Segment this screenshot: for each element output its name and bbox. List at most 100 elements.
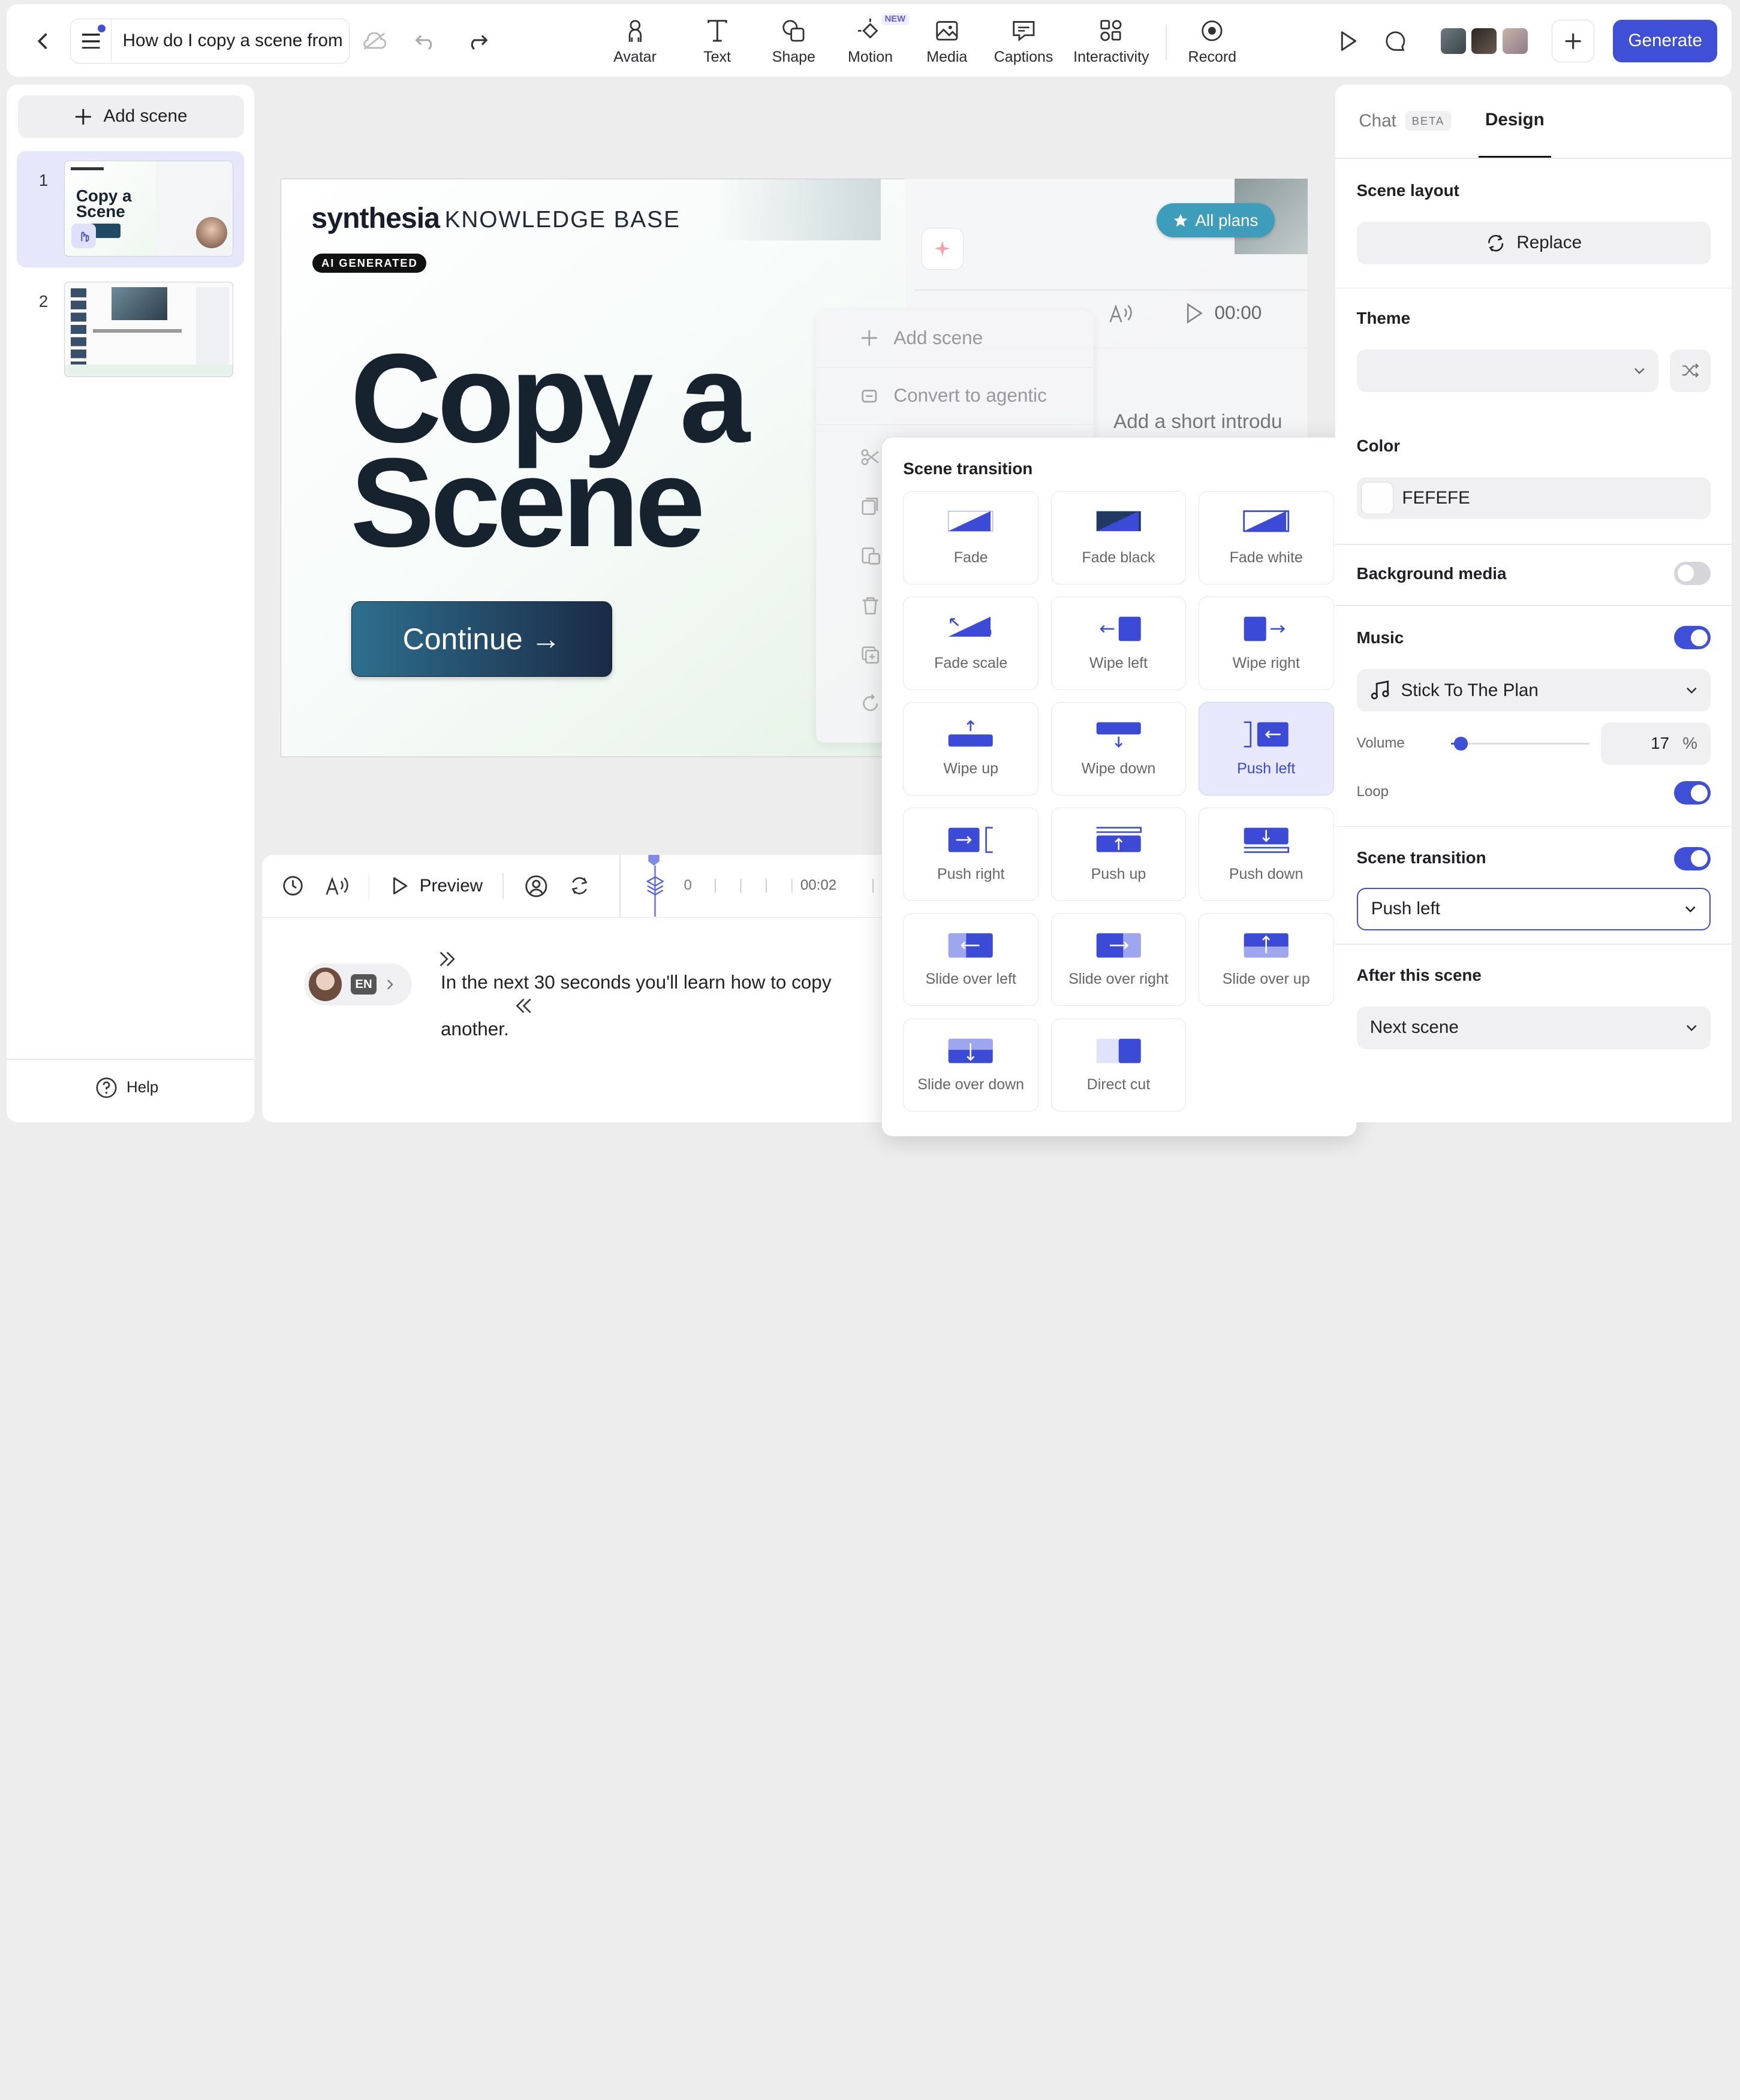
scene-transition-select[interactable]: Push left: [1356, 888, 1711, 930]
play-preview-button[interactable]: [1329, 22, 1366, 60]
toolbar-record[interactable]: Record: [1181, 16, 1244, 69]
music-toggle[interactable]: [1674, 626, 1711, 650]
transition-label: Wipe right: [1232, 654, 1300, 671]
toolbar-captions[interactable]: Captions: [988, 16, 1059, 69]
transition-option-wipe-left[interactable]: Wipe left: [1050, 596, 1187, 690]
avatar[interactable]: [1438, 26, 1468, 56]
transition-option-slide-over-down[interactable]: Slide over down: [903, 1018, 1039, 1112]
thumb-image: [112, 287, 167, 321]
divider: [619, 854, 621, 918]
avatar-language-selector[interactable]: EN: [304, 963, 412, 1006]
document-title-box[interactable]: How do I copy a scene from: [70, 19, 350, 64]
help-label: Help: [127, 1078, 159, 1096]
loop-toggle[interactable]: [1674, 781, 1711, 805]
tab-design[interactable]: Design: [1479, 85, 1551, 158]
undo-button[interactable]: [407, 22, 444, 60]
scene-transition-toggle[interactable]: [1674, 846, 1711, 870]
volume-slider-track[interactable]: [1450, 742, 1590, 745]
back-button[interactable]: [25, 22, 62, 60]
script-text[interactable]: In the next 30 seconds you'll learn how …: [441, 970, 885, 1042]
scene-thumbnail-2[interactable]: 2: [17, 279, 245, 384]
avatar-icon: [628, 20, 642, 42]
toolbar-interactivity[interactable]: Interactivity: [1067, 16, 1155, 69]
transition-option-fade[interactable]: Fade: [903, 491, 1039, 584]
color-swatch[interactable]: [1360, 482, 1393, 515]
invite-button[interactable]: [1552, 20, 1594, 62]
transition-option-wipe-up[interactable]: Wipe up: [903, 702, 1039, 796]
transition-label: Push down: [1229, 865, 1304, 882]
help-link[interactable]: Help: [95, 1077, 158, 1099]
transition-label: Fade: [953, 549, 988, 566]
divider: [368, 872, 370, 900]
transition-option-slide-over-left[interactable]: Slide over left: [903, 912, 1039, 1007]
thumb-avatar: [195, 217, 227, 248]
volume-slider-handle[interactable]: [1454, 737, 1468, 751]
chevron-down-icon: [1685, 906, 1696, 912]
transition-option-fade-scale[interactable]: Fade scale: [903, 596, 1039, 690]
after-scene-select[interactable]: Next scene: [1356, 1007, 1711, 1049]
toolbar-shape[interactable]: Shape: [765, 16, 823, 69]
theme-select[interactable]: [1356, 350, 1659, 392]
gesture-start-icon[interactable]: [438, 950, 458, 968]
timeline-tick: 0: [684, 876, 692, 893]
menu-item-add-scene[interactable]: Add scene: [815, 310, 1094, 367]
menu-item-label: Add scene: [893, 327, 983, 349]
transition-option-push-right[interactable]: Push right: [903, 808, 1039, 901]
play-icon: [393, 877, 407, 895]
voice-icon[interactable]: [324, 875, 349, 897]
toolbar-text[interactable]: Text: [688, 16, 746, 69]
menu-button[interactable]: [71, 20, 112, 62]
avatar[interactable]: [1501, 26, 1530, 56]
transition-option-push-up[interactable]: Push up: [1050, 808, 1187, 901]
slide-over-up-transition-icon: [1244, 933, 1289, 958]
continue-button[interactable]: Continue →: [351, 601, 613, 677]
redo-icon: [471, 35, 488, 50]
interactivity-icon: [1100, 20, 1122, 41]
transition-option-fade-black[interactable]: Fade black: [1050, 491, 1187, 584]
generate-button[interactable]: Generate: [1613, 20, 1718, 62]
replace-layout-button[interactable]: Replace: [1356, 222, 1711, 264]
comments-button[interactable]: [1377, 22, 1414, 60]
sync-icon[interactable]: [568, 875, 591, 897]
transition-option-slide-over-right[interactable]: Slide over right: [1050, 912, 1187, 1007]
avatar-circle-icon[interactable]: [524, 874, 549, 899]
redo-button[interactable]: [459, 22, 496, 60]
scene-thumbnail-1[interactable]: 1 Copy a Scene: [16, 150, 245, 268]
layers-icon[interactable]: [646, 876, 664, 896]
all-plans-badge[interactable]: All plans: [1157, 203, 1275, 238]
toolbar-label: Captions: [994, 48, 1053, 65]
transition-option-push-left[interactable]: Push left: [1198, 702, 1334, 796]
undo-icon: [415, 35, 432, 50]
music-track-select[interactable]: Stick To The Plan: [1356, 669, 1711, 712]
avatar[interactable]: [1470, 26, 1499, 56]
collaborator-avatars[interactable]: [1438, 26, 1530, 56]
toolbar-media[interactable]: Media: [918, 16, 976, 69]
transition-option-slide-over-up[interactable]: Slide over up: [1198, 912, 1334, 1007]
color-field[interactable]: FEFEFE: [1356, 477, 1711, 520]
transition-option-wipe-right[interactable]: Wipe right: [1198, 596, 1334, 690]
menu-item-convert-agentic[interactable]: Convert to agentic: [815, 367, 1094, 426]
add-scene-button[interactable]: Add scene: [17, 95, 245, 138]
brand-name: synthesia: [311, 202, 440, 235]
shuffle-theme-button[interactable]: [1669, 350, 1711, 392]
preview-button[interactable]: Preview: [390, 876, 483, 896]
ai-generated-badge: AI GENERATED: [312, 254, 427, 273]
volume-input[interactable]: 17 %: [1600, 722, 1711, 765]
scissors-icon: [861, 449, 879, 466]
hero-title[interactable]: Copy a Scene: [350, 335, 750, 565]
clock-icon[interactable]: [282, 875, 304, 897]
tab-chat[interactable]: Chat BETA: [1359, 85, 1452, 158]
document-title[interactable]: How do I copy a scene from: [112, 31, 343, 51]
wipe-up-transition-icon: [949, 720, 994, 747]
thumb-line: [92, 329, 182, 333]
transition-option-wipe-down[interactable]: Wipe down: [1050, 702, 1187, 796]
toolbar-label: Record: [1188, 48, 1237, 65]
toolbar-avatar[interactable]: Avatar: [606, 16, 664, 69]
transition-option-fade-white[interactable]: Fade white: [1198, 491, 1334, 584]
transition-option-push-down[interactable]: Push down: [1198, 808, 1334, 901]
popover-title: Scene transition: [903, 459, 1033, 478]
transition-option-direct-cut[interactable]: Direct cut: [1050, 1018, 1187, 1112]
play-icon: [1187, 302, 1203, 324]
background-media-toggle[interactable]: [1674, 561, 1711, 585]
transition-label: Fade scale: [934, 654, 1008, 671]
